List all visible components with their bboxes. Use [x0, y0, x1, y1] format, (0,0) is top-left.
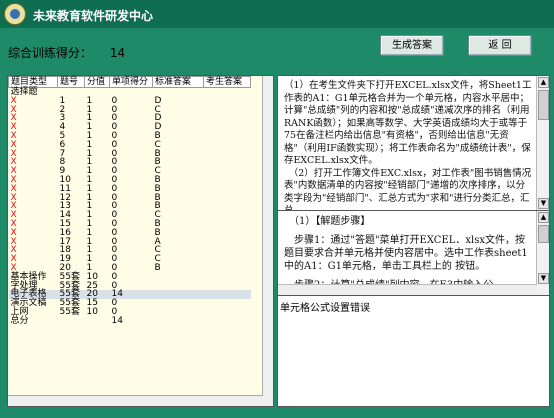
title-bar: 未来教育软件研发中心 [0, 0, 554, 28]
cell-ans [204, 308, 251, 317]
scroll-thumb[interactable] [538, 90, 549, 120]
cell-ans [204, 255, 251, 264]
feedback-text: 单元格公式设置错误 [280, 303, 370, 314]
cell-ans [204, 238, 251, 247]
cell-ans [204, 158, 251, 167]
question-text: （1）在考生文件夹下打开EXCEL.xlsx文件，将Sheet1工作表的A1：G… [284, 80, 532, 211]
cell-num: 55套 [59, 306, 80, 317]
table-row[interactable]: X910C [9, 167, 251, 176]
col-header-ans[interactable]: 考生答案 [203, 76, 251, 88]
feedback-panel: 单元格公式设置错误 [277, 295, 550, 407]
table-row[interactable]: X510B [9, 132, 251, 141]
cell-type: 总分 [10, 315, 29, 326]
solution-horizontal-scrollbar[interactable] [278, 284, 537, 295]
col-header-got[interactable]: 单项得分 [109, 76, 153, 88]
cell-std [153, 282, 204, 291]
back-button[interactable]: 返 回 [468, 35, 532, 56]
cell-ans [204, 229, 251, 238]
section-row[interactable]: 选择题 [9, 87, 251, 97]
table-row[interactable]: X710B [9, 149, 251, 159]
table-row[interactable]: X410D [9, 123, 251, 132]
table-row[interactable]: 演示文稿 55套 15 0 [9, 299, 251, 308]
table-row[interactable]: 上网 55套 10 0 [9, 308, 251, 317]
cell-ans [204, 264, 251, 273]
solution-scrollbar[interactable]: ▲ ▼ [536, 211, 549, 295]
cell-ans [204, 202, 251, 211]
table-row[interactable]: X 19 1 0 C [9, 255, 251, 264]
score-label: 综合训练得分： [8, 46, 93, 60]
cell-ans [204, 194, 251, 203]
cell-num [58, 317, 85, 326]
table-row[interactable]: X 15 1 0 B [9, 220, 251, 229]
total-row[interactable]: 总分 14 [9, 315, 251, 326]
scroll-up-icon[interactable]: ▲ [538, 212, 549, 223]
table-row[interactable]: X310D [9, 114, 251, 123]
cell-score: 10 [86, 306, 98, 317]
cell-ans [204, 141, 251, 150]
cell-ans [204, 176, 251, 185]
cell-ans [204, 282, 251, 291]
col-header-type[interactable]: 题目类型 [8, 76, 58, 88]
cell-ans [204, 150, 251, 159]
cell-ans [204, 317, 251, 326]
cell-std [153, 317, 204, 326]
cell-got: 14 [111, 315, 123, 326]
app-logo-icon [4, 3, 26, 25]
col-header-score[interactable]: 分值 [84, 76, 110, 88]
table-row[interactable]: X 17 1 0 A [9, 237, 251, 247]
scroll-up-icon[interactable]: ▲ [538, 77, 549, 88]
cell-ans [204, 97, 251, 106]
table-row[interactable]: X610C [9, 140, 251, 150]
table-row[interactable]: X810B [9, 158, 251, 167]
cell-ans [204, 273, 251, 282]
cell-ans [204, 167, 251, 176]
scroll-down-icon[interactable]: ▼ [538, 198, 549, 209]
cell-empty [204, 88, 251, 97]
cell-std [153, 273, 204, 282]
cell-ans [204, 114, 251, 123]
table-row[interactable]: X 10 1 0 B [9, 176, 251, 185]
table-row[interactable]: X210C [9, 105, 251, 115]
score-value: 14 [109, 46, 126, 60]
score-line: 综合训练得分： 14 [8, 44, 139, 61]
cell-ans [204, 211, 251, 220]
score-table: 题目类型 题号 分值 单项得分 标准答案 考生答案 选择题 X 1 1 0 D X 2 1 0 C X… [8, 76, 251, 326]
table-row[interactable]: X 12 1 0 B [9, 193, 251, 203]
col-header-num[interactable]: 题号 [57, 76, 85, 88]
cell-std [153, 299, 204, 308]
cell-ans [204, 220, 251, 229]
cell-std [152, 290, 204, 300]
cell-ans [203, 290, 251, 300]
generate-answer-button[interactable]: 生成答案 [380, 35, 444, 56]
cell-ans [204, 299, 251, 308]
scroll-thumb[interactable] [538, 225, 549, 243]
cell-ans [204, 106, 251, 115]
table-row[interactable]: X110D [9, 96, 251, 106]
col-header-std[interactable]: 标准答案 [152, 76, 204, 88]
cell-ans [204, 246, 251, 255]
solution-panel: （1）【解题步骤】 步骤1：通过"答题"菜单打开EXCEL．xlsx文件，按题目… [277, 210, 550, 296]
table-vertical-scrollbar[interactable] [262, 76, 273, 406]
cell-ans [204, 132, 251, 141]
cell-ans [204, 123, 251, 132]
cell-std [153, 308, 204, 317]
table-row[interactable]: X 18 1 0 C [9, 246, 251, 255]
cell-score [85, 317, 110, 326]
score-table-panel: 题目类型 题号 分值 单项得分 标准答案 考生答案 选择题 X 1 1 0 D X 2 1 0 C X… [7, 75, 274, 407]
table-row[interactable]: X 16 1 0 B [9, 228, 251, 238]
table-row[interactable]: X 14 1 0 C [9, 211, 251, 220]
table-row[interactable]: X 11 1 0 B [9, 184, 251, 194]
question-panel: （1）在考生文件夹下打开EXCEL.xlsx文件，将Sheet1工作表的A1：G… [277, 75, 550, 211]
cell-std: B [154, 262, 161, 273]
cell-ans [204, 185, 251, 194]
table-row[interactable]: 基本操作 55套 10 0 [9, 272, 251, 282]
question-scrollbar[interactable]: ▲ ▼ [536, 76, 549, 210]
table-row[interactable]: X 13 1 0 B [9, 202, 251, 211]
table-horizontal-scrollbar[interactable] [8, 395, 263, 406]
scroll-down-icon[interactable]: ▼ [538, 273, 549, 284]
window-title: 未来教育软件研发中心 [33, 9, 154, 23]
